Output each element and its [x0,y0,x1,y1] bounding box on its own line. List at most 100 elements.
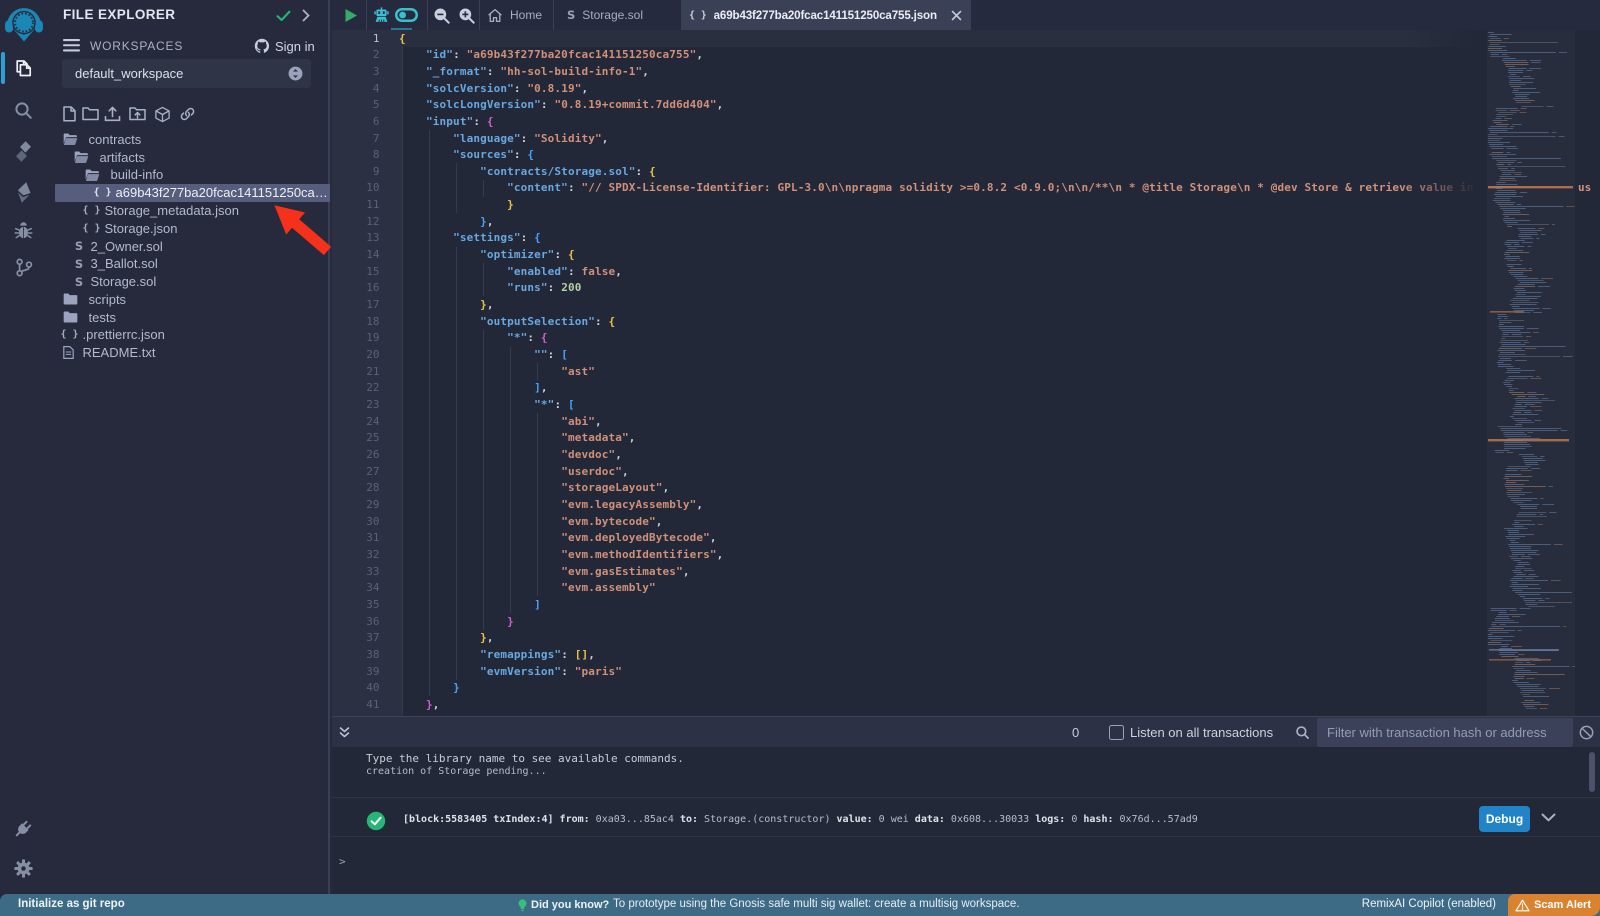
code-token-punc: : [487,65,501,78]
scam-alert-badge[interactable]: Scam Alert [1508,894,1600,916]
code-token-str: "evm.deployedBytecode" [561,531,710,544]
debugger-icon [13,221,34,241]
tree-item-build-info[interactable]: build-info [47,166,330,184]
tx-segment: 0x76d...57ad9 [1114,814,1198,825]
code-token-ws [399,65,426,78]
tree-item-2-owner-sol[interactable]: S2_Owner.sol [47,237,330,255]
terminal-menu-bar: 0Listen on all transactions [332,716,1600,747]
code-token-b1: [] [575,648,589,661]
code-token-punc: : [514,148,528,161]
tree-item-storage-json[interactable]: { }Storage.json [47,219,330,237]
code-token-punc: : [636,165,650,178]
tree-item-3-ballot-sol[interactable]: S3_Ballot.sol [47,255,330,273]
tab-home[interactable]: Home [479,0,553,30]
code-token-key: "runs" [507,281,548,294]
listen-checkbox[interactable] [1109,725,1124,740]
code-token-punc: : [595,315,609,328]
tab-storage-sol[interactable]: SStorage.sol [553,0,681,30]
tree-item--prettierrc-json[interactable]: { } .prettierrc.json [47,326,330,344]
terminal-scrollbar[interactable] [1589,752,1595,792]
minimap[interactable] [1487,30,1575,716]
indent-guide [456,247,457,680]
tab-a69b43f277ba20fcac141151250ca755-json[interactable]: { }a69b43f277ba20fcac141151250ca755.json [681,0,971,30]
workspaces-menu-icon[interactable] [63,39,80,52]
activity-bar-item-git[interactable] [0,257,47,278]
code-token-punc: : [453,48,467,61]
code-token-str: "a69b43f277ba20fcac141151250ca755" [467,48,697,61]
create-workspace-icon[interactable] [154,106,171,123]
close-tab-icon[interactable] [951,10,962,21]
editor-scrollbar-strip[interactable]: us [1575,30,1600,716]
tree-item-tests[interactable]: tests [47,308,330,326]
long-line-overflow-text: us [1578,181,1591,194]
run-script-button[interactable] [344,8,358,23]
collapse-panel-icon[interactable] [302,9,310,22]
sign-in-button[interactable]: Sign in [275,39,315,54]
listen-label: Listen on all transactions [1130,725,1273,740]
ai-copilot-toggle[interactable] [395,8,418,22]
activity-bar-item-search[interactable] [0,100,47,121]
tree-item-contracts[interactable]: contracts [47,130,330,148]
code-token-ws [399,231,453,244]
code-token-str: "ast" [561,365,595,378]
activity-bar-item-remix-logo[interactable] [0,6,47,42]
solidity-compiler-icon [13,140,34,163]
activity-bar-item-deploy-and-run[interactable] [0,181,47,204]
clear-console-icon[interactable] [1579,725,1594,740]
upload-folder-icon[interactable] [129,106,146,121]
code-token-ws [399,648,480,661]
workspace-select[interactable]: default_workspace [62,59,311,88]
activity-bar-item-settings[interactable] [0,858,47,879]
code-token-ws [399,82,426,95]
git-init-button[interactable]: Initialize as git repo [18,898,125,910]
code-token-str: "0.8.19" [527,82,581,95]
workspace-sort-icon[interactable] [288,66,303,81]
new-file-icon[interactable] [63,106,76,122]
tree-item-label: .prettierrc.json [83,327,331,342]
transaction-log-row[interactable]: [block:5583405 txIndex:4] from: 0xa03...… [332,797,1600,837]
ai-copilot-icon[interactable] [373,7,390,24]
tree-item-scripts[interactable]: scripts [47,290,330,308]
tree-item-a69b43f277ba20fcac141151250ca755-json[interactable]: { }a69b43f277ba20fcac141151250ca755.json [55,184,330,202]
expand-terminal-icon[interactable] [338,726,351,739]
file-explorer-panel: FILE EXPLORERWORKSPACESSign indefault_wo… [47,0,330,894]
code-token-punc: : [514,82,528,95]
code-token-key: "outputSelection" [480,315,595,328]
indent-guide [402,47,403,713]
json-file-icon: { } [63,329,77,340]
code-token-ws [399,132,453,145]
new-folder-icon[interactable] [82,106,99,121]
settings-icon [13,858,34,879]
code-token-ws [399,198,507,211]
activity-bar-item-plugin-manager[interactable] [0,817,47,840]
code-token-b2: { [541,331,548,344]
tree-item-storage-metadata-json[interactable]: { }Storage_metadata.json [47,201,330,219]
code-token-punc: , [615,265,622,278]
indent-guide [483,263,484,296]
filter-transactions-input[interactable] [1317,718,1573,747]
upload-file-icon[interactable] [104,106,121,122]
tab-bar: HomeSStorage.sol{ }a69b43f277ba20fcac141… [332,0,1600,30]
code-token-b3: ] [534,381,541,394]
activity-bar-item-debugger[interactable] [0,221,47,241]
code-token-key: "solcLongVersion" [426,98,541,111]
github-icon [254,38,270,54]
zoom-in-icon[interactable] [458,7,475,24]
code-token-punc: , [487,631,494,644]
tree-item-storage-sol[interactable]: SStorage.sol [47,273,330,291]
code-token-key: "remappings" [480,648,561,661]
code-token-ws [399,248,480,261]
activity-bar-item-solidity-compiler[interactable] [0,140,47,163]
expand-tx-icon[interactable] [1541,813,1556,822]
code-token-ws [399,331,507,344]
tree-item-artifacts[interactable]: artifacts [47,148,330,166]
tree-item-readme-txt[interactable]: README.txt [47,344,330,362]
zoom-out-icon[interactable] [433,7,450,24]
debug-button[interactable]: Debug [1479,806,1530,832]
code-token-b1: { [568,248,575,261]
filter-search-icon[interactable] [1295,725,1310,740]
link-workspace-icon[interactable] [179,106,196,122]
activity-bar-item-file-explorer[interactable] [0,58,47,79]
workspace-selected-label: default_workspace [75,66,183,81]
code-token-punc: , [717,548,724,561]
